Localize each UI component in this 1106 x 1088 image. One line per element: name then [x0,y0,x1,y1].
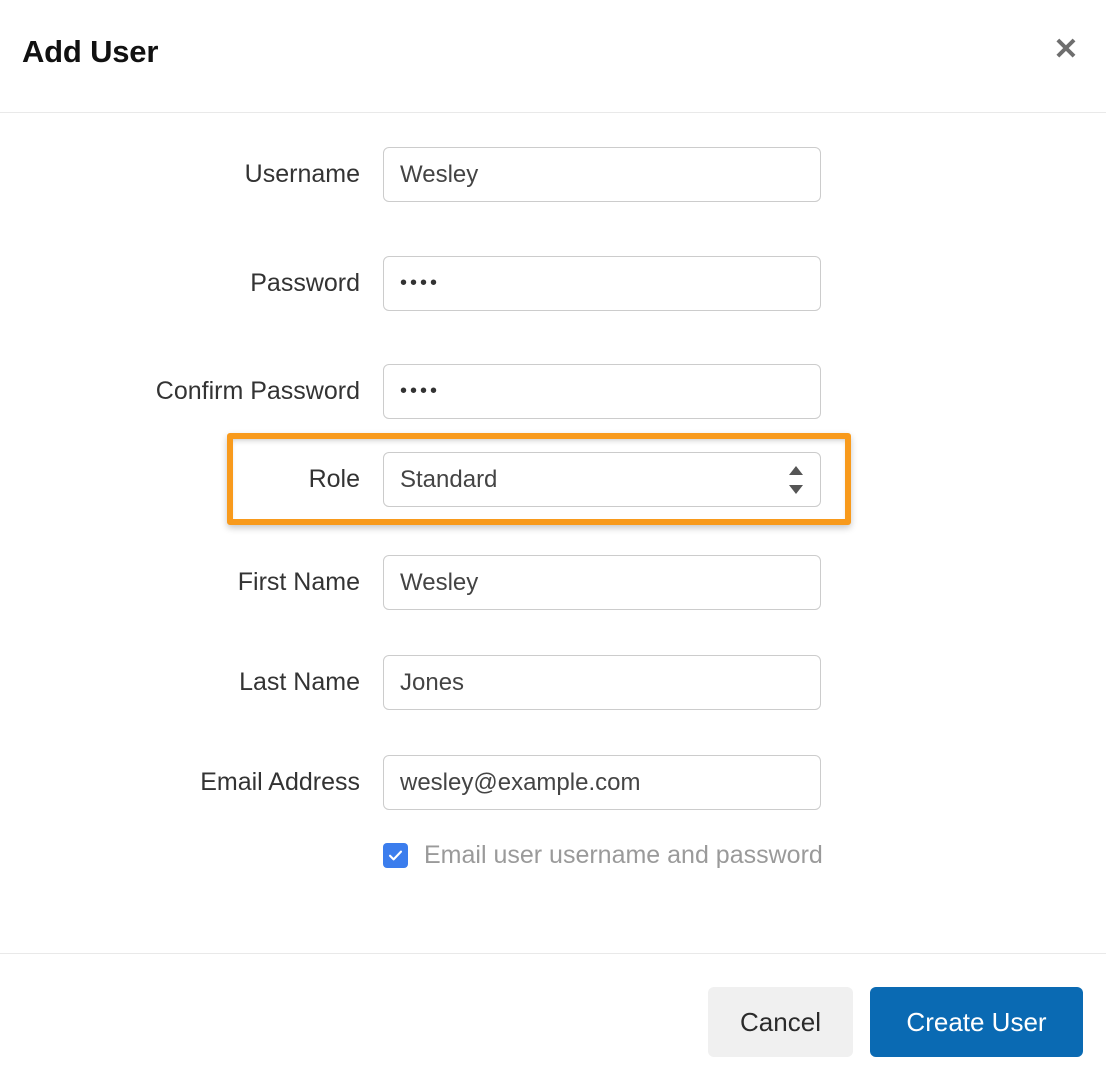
confirm-password-input[interactable]: •••• [383,364,821,419]
form-row-password: Password •••• [0,256,1106,311]
label-email-address: Email Address [200,768,360,796]
cancel-button[interactable]: Cancel [708,987,853,1057]
add-user-dialog: Add User ✕ Username Password •••• Confir… [0,0,1106,1088]
form-row-username: Username [0,147,1106,202]
email-credentials-checkbox[interactable] [383,843,408,868]
form-row-email-address: Email Address [0,755,1106,810]
page-title: Add User [22,34,159,69]
close-icon[interactable]: ✕ [1049,33,1083,67]
dialog-body: Username Password •••• Confirm Password … [0,113,1106,953]
form-row-last-name: Last Name [0,655,1106,710]
email-credentials-label: Email user username and password [424,841,823,869]
role-select[interactable]: Standard Administrator Read Only [383,452,821,507]
password-input[interactable]: •••• [383,256,821,311]
username-input[interactable] [383,147,821,202]
form-row-first-name: First Name [0,555,1106,610]
email-field[interactable] [383,755,821,810]
label-role: Role [308,465,360,493]
form-row-confirm-password: Confirm Password •••• [0,364,1106,419]
label-confirm-password: Confirm Password [155,377,360,405]
dialog-footer: Cancel Create User [0,953,1106,1088]
role-select-wrap: Standard Administrator Read Only [383,452,821,507]
first-name-input[interactable] [383,555,821,610]
check-icon [388,850,403,861]
last-name-input[interactable] [383,655,821,710]
label-last-name: Last Name [239,668,360,696]
form-row-role: Role Standard Administrator Read Only [0,452,1106,507]
create-user-button[interactable]: Create User [870,987,1083,1057]
label-username: Username [244,160,360,188]
dialog-header: Add User ✕ [0,0,1106,113]
email-credentials-checkbox-row: Email user username and password [383,841,823,870]
label-first-name: First Name [237,568,360,596]
label-password: Password [250,269,360,297]
